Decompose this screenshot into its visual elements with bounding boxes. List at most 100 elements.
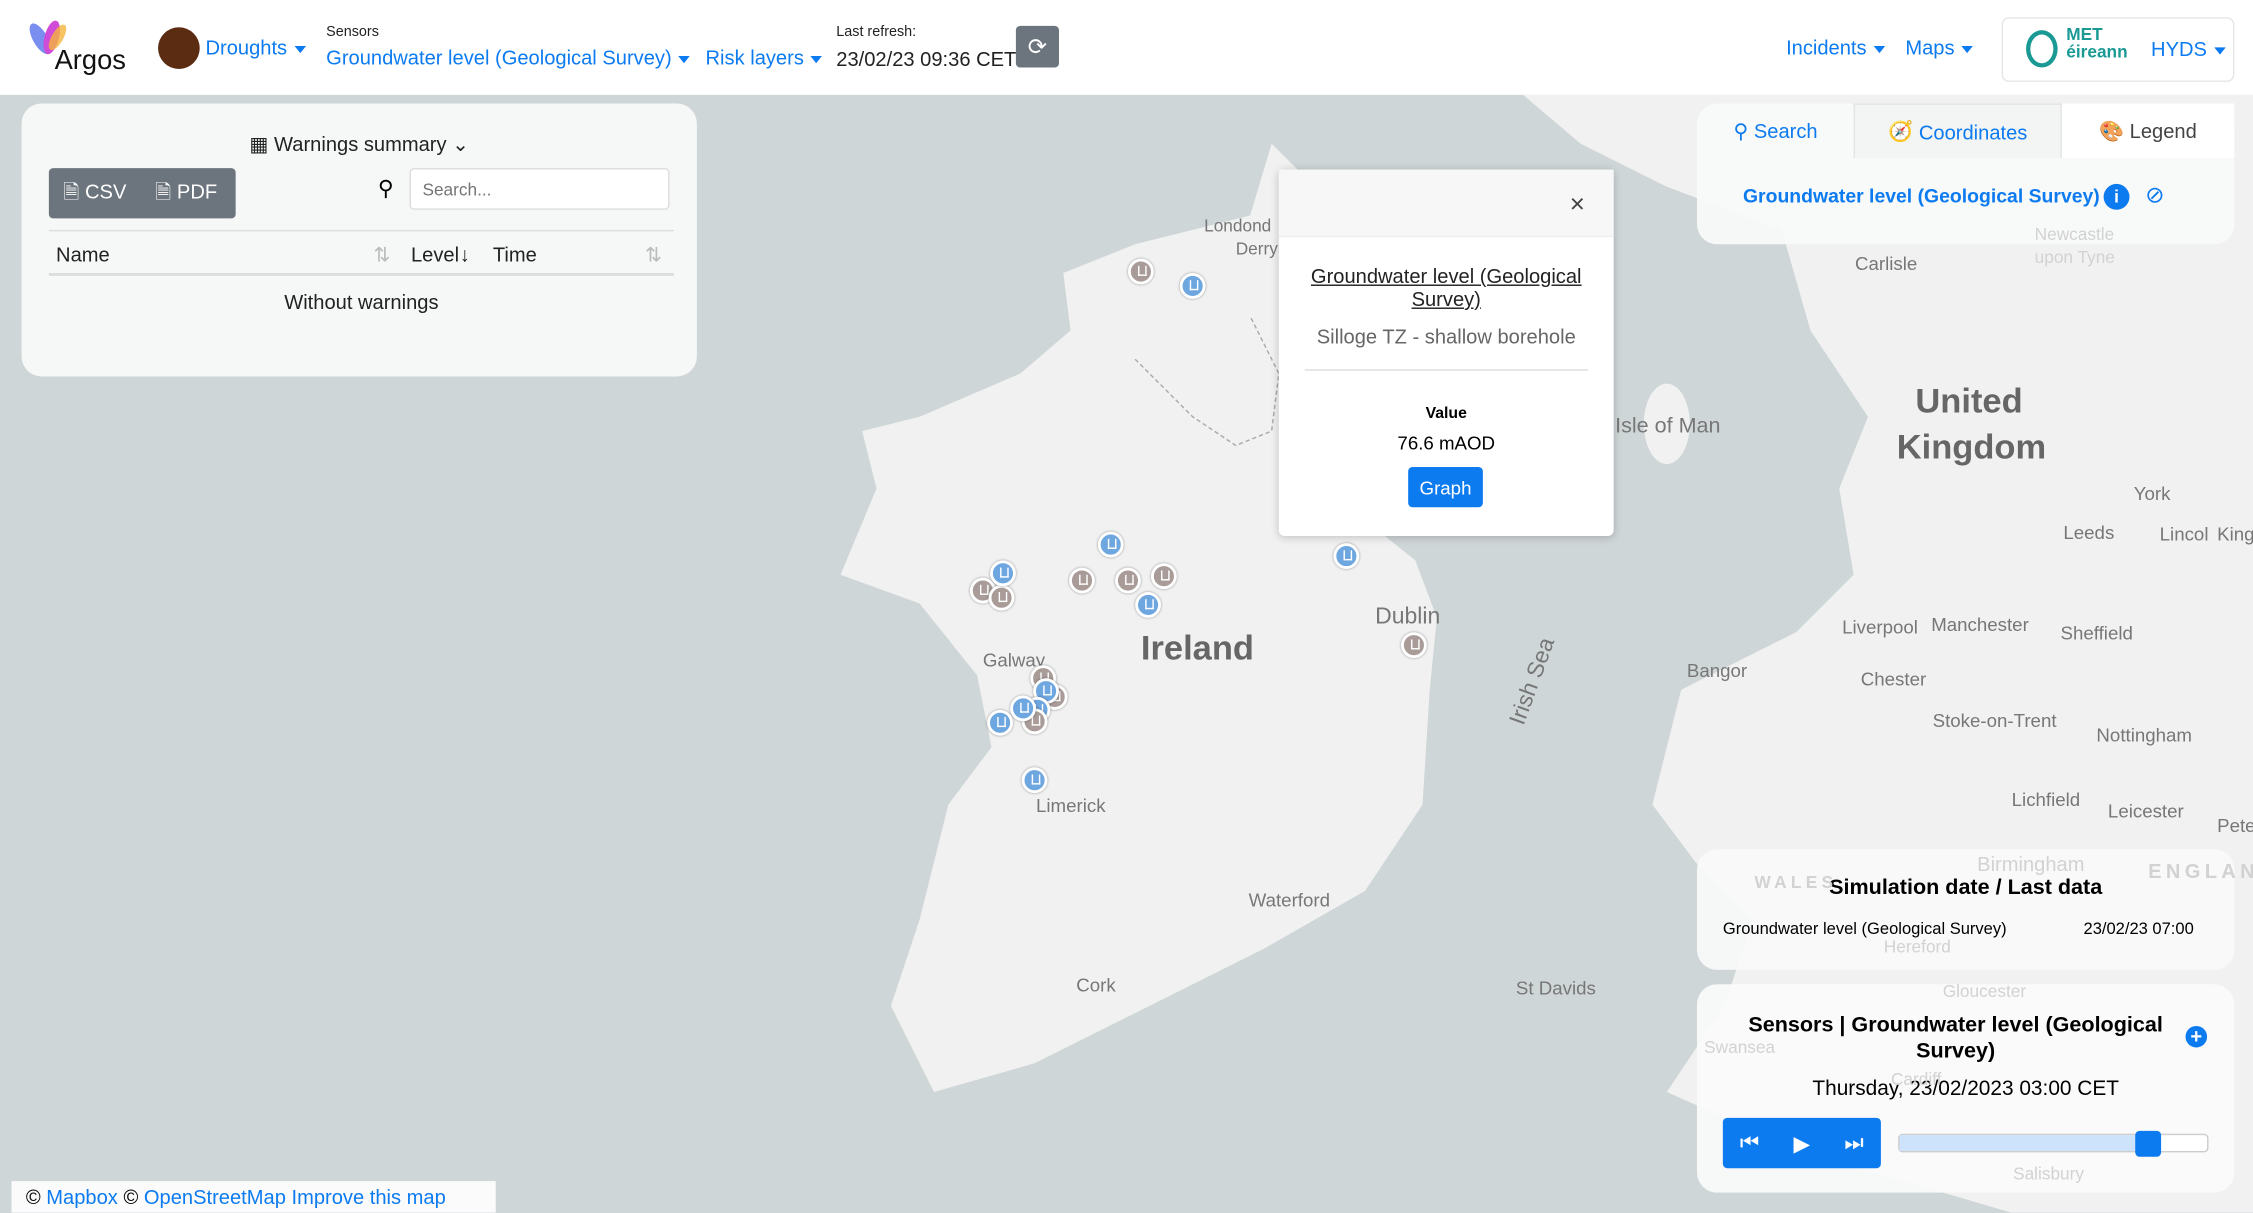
label-limerick: Limerick [1036, 794, 1106, 817]
right-panel: ⚲ Search 🧭 Coordinates 🎨 Legend Groundwa… [1696, 103, 2235, 245]
sensor-marker[interactable] [987, 709, 1014, 736]
sensor-marker[interactable] [1135, 592, 1162, 618]
sensor-marker[interactable] [1400, 632, 1427, 659]
label-lincoln: Lincol [2159, 523, 2209, 545]
last-refresh-label: Last refresh: [836, 24, 917, 41]
refresh-button[interactable]: ⟳ [1015, 25, 1059, 68]
label-liverpool: Liverpool [1842, 616, 1918, 638]
warnings-search-input[interactable] [409, 168, 670, 210]
sensor-marker-selected[interactable] [1333, 543, 1360, 570]
sensor-marker[interactable] [1115, 567, 1141, 594]
eye-slash-icon[interactable]: ⊘ [2145, 181, 2164, 210]
column-name[interactable]: Name [56, 243, 110, 266]
copyright: © [25, 1185, 41, 1209]
label-leeds: Leeds [2063, 521, 2115, 544]
tab-search[interactable]: ⚲ Search [1697, 103, 1854, 158]
label-isle-of-man: Isle of Man [1615, 413, 1721, 439]
empty-message: Without warnings [284, 290, 439, 314]
add-icon[interactable]: + [2185, 1025, 2208, 1048]
slider-thumb[interactable] [2135, 1130, 2162, 1157]
warnings-panel: ▦ Warnings summary ⌄ 🗎 CSV 🗎 PDF ⚲ Name … [21, 103, 697, 377]
label-manchester: Manchester [1931, 613, 2029, 636]
risk-layers-dropdown[interactable]: Risk layers [706, 46, 823, 69]
org-box: MET éireann HYDS [2001, 17, 2235, 82]
sensor-marker[interactable] [988, 584, 1015, 611]
incidents-label: Incidents [1786, 35, 1867, 59]
label-derry: Derry [1235, 238, 1278, 259]
app-name: Argos [54, 45, 126, 77]
popup-title[interactable]: Groundwater level (Geological Survey) [1300, 264, 1592, 310]
tab-legend-label: Legend [2129, 119, 2197, 143]
timeline-panel: Sensors | Groundwater level (Geological … [1696, 984, 2235, 1193]
osm-link[interactable]: OpenStreetMap [144, 1185, 286, 1208]
label-carlisle: Carlisle [1855, 252, 1918, 275]
step-forward-button[interactable]: ⏭ [1844, 1131, 1863, 1155]
pdf-label: PDF [176, 178, 218, 202]
timeline-datetime: Thursday, 23/02/2023 03:00 CET [1812, 1077, 2119, 1101]
graph-button[interactable]: Graph [1408, 466, 1483, 508]
incidents-dropdown[interactable]: Incidents [1786, 35, 1886, 59]
popup-station: Silloge TZ - shallow borehole [1316, 324, 1576, 348]
tab-coordinates-label: Coordinates [1918, 119, 2028, 143]
sensor-popup: × Groundwater level (Geological Survey) … [1278, 169, 1614, 536]
tab-legend[interactable]: 🎨 Legend [2061, 103, 2235, 159]
label-cork: Cork [1076, 974, 1116, 996]
tab-search-label: Search [1753, 119, 1818, 143]
label-nottingham: Nottingham [2096, 724, 2192, 746]
risk-layers-label: Risk layers [705, 45, 804, 69]
label-uk: United [1915, 382, 2023, 422]
sensors-label: Sensors [326, 24, 379, 41]
search-icon: ⚲ [377, 176, 394, 202]
refresh-icon: ⟳ [1027, 35, 1048, 60]
sort-icon[interactable]: ⇅ [645, 243, 662, 267]
warnings-toggle[interactable]: ▦ Warnings summary ⌄ [22, 132, 697, 156]
improve-map-link[interactable]: Improve this map [292, 1185, 446, 1208]
mapbox-link[interactable]: Mapbox [46, 1185, 118, 1208]
column-level[interactable]: Level [411, 243, 459, 266]
map-attribution: © Mapbox © OpenStreetMap Improve this ma… [11, 1181, 496, 1213]
maps-label: Maps [1905, 35, 1955, 59]
label-peterborough: Pete [2217, 814, 2253, 837]
simulation-title: Simulation date / Last data [1829, 875, 2103, 900]
value: 76.6 mAOD [1397, 432, 1496, 455]
sort-icon[interactable]: ⇅ [374, 243, 391, 267]
step-back-button[interactable]: ⏮ [1740, 1131, 1759, 1155]
simulation-date: 23/02/23 07:00 [2083, 921, 2194, 939]
sensor-marker[interactable] [1069, 567, 1095, 594]
pdf-button[interactable]: 🗎 PDF [141, 176, 232, 210]
legend-layer-name: Groundwater level (Geological Survey) [1742, 185, 2100, 207]
sensor-marker[interactable] [1150, 563, 1177, 590]
copyright: © [123, 1185, 139, 1209]
hazard-dropdown[interactable]: Droughts [205, 35, 306, 59]
sensor-marker[interactable] [990, 560, 1016, 587]
play-button[interactable]: ▶ [1794, 1130, 1811, 1156]
label-lichfield: Lichfield [2011, 788, 2081, 811]
org-dropdown[interactable]: HYDS [2151, 37, 2226, 60]
label-sheffield: Sheffield [2060, 622, 2133, 644]
sensor-marker[interactable] [1097, 531, 1124, 558]
info-icon[interactable]: i [2103, 183, 2130, 210]
label-stoke: Stoke-on-Trent [1932, 709, 2057, 732]
sensor-dropdown[interactable]: Groundwater level (Geological Survey) [326, 45, 691, 69]
timeline-slider[interactable] [1898, 1130, 2209, 1157]
tab-coordinates[interactable]: 🧭 Coordinates [1854, 103, 2062, 159]
simulation-layer: Groundwater level (Geological Survey) [1722, 921, 2007, 939]
sensor-marker[interactable] [1021, 767, 1048, 794]
met-eireann-logo-icon [2026, 30, 2058, 68]
sensor-label: Groundwater level (Geological Survey) [326, 45, 672, 69]
column-time[interactable]: Time [493, 243, 537, 266]
value-label: Value [1425, 405, 1467, 423]
label-york: York [2133, 482, 2171, 505]
sensor-marker[interactable] [1127, 258, 1154, 285]
hazard-label: Droughts [205, 35, 288, 59]
last-refresh-time: 23/02/23 09:36 CET [836, 47, 1017, 71]
sort-icon[interactable]: ↓ [460, 243, 470, 266]
sensor-marker[interactable] [1010, 695, 1037, 722]
sensor-marker[interactable] [1179, 273, 1206, 299]
label-ireland: Ireland [1140, 629, 1254, 669]
csv-button[interactable]: 🗎 CSV [49, 176, 141, 210]
close-icon[interactable]: × [1570, 190, 1585, 220]
drought-icon [158, 27, 200, 69]
simulation-panel: Simulation date / Last data Groundwater … [1696, 849, 2235, 970]
maps-dropdown[interactable]: Maps [1905, 35, 1974, 59]
